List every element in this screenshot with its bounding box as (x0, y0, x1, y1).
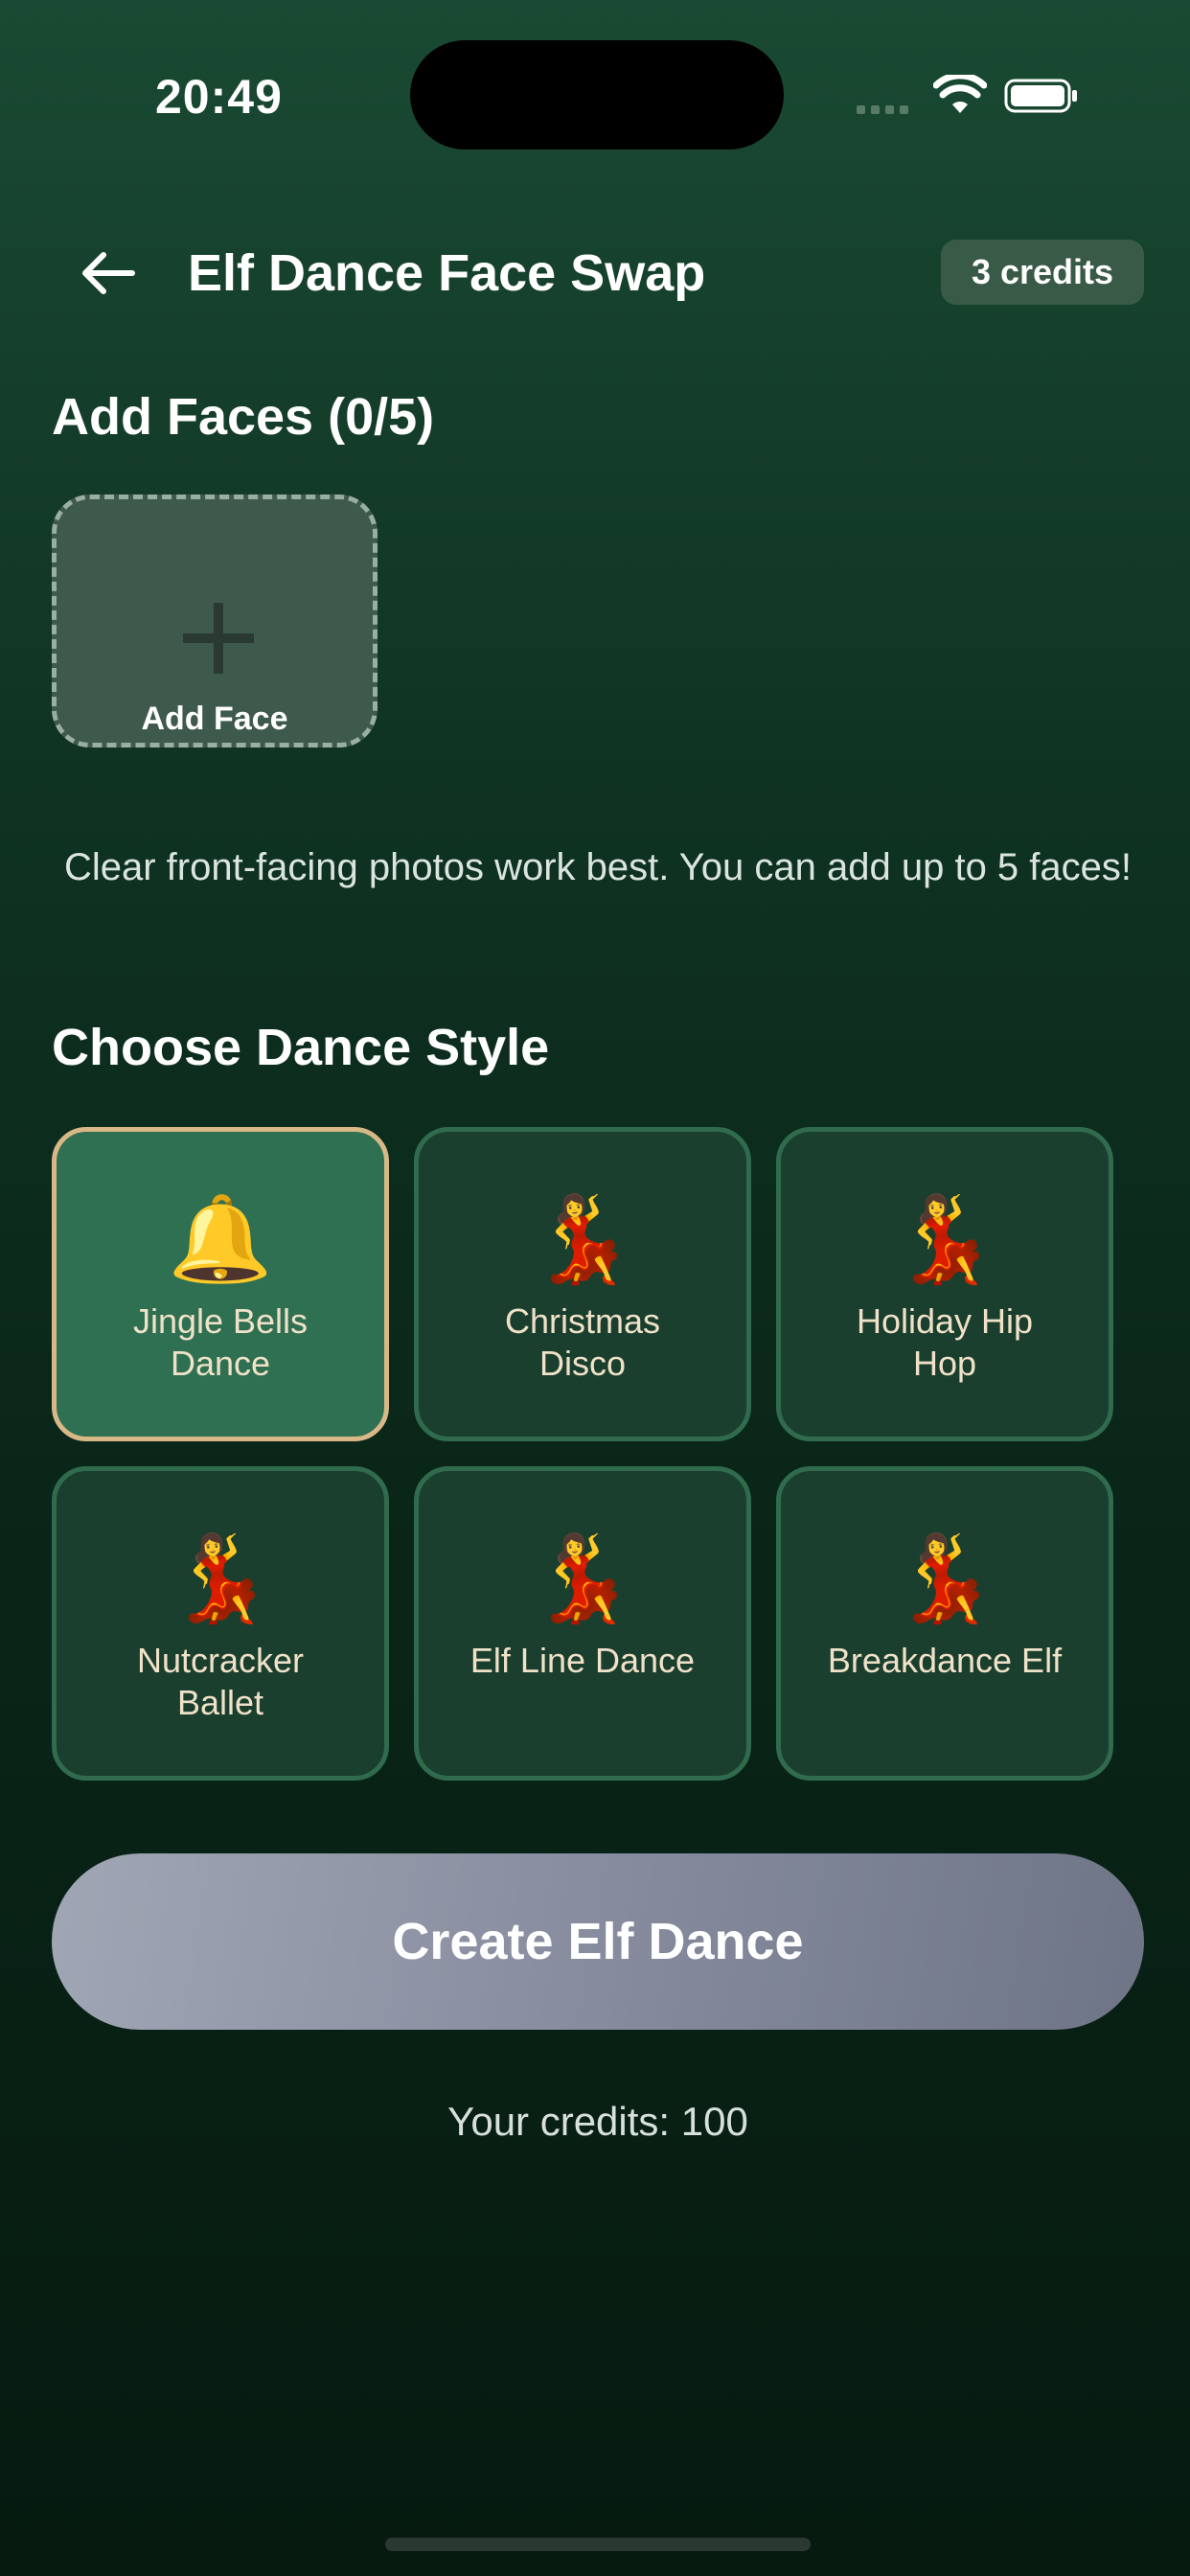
dance-card-label: Jingle Bells Dance (132, 1301, 309, 1383)
dance-card-label: Christmas Disco (504, 1301, 661, 1383)
dance-style-grid: 🔔 Jingle Bells Dance 💃 Christmas Disco 💃… (52, 1127, 1117, 1781)
cellular-signal-icon (857, 105, 908, 114)
back-button[interactable] (75, 240, 142, 307)
dynamic-island (410, 40, 784, 150)
dance-card-nutcracker-ballet[interactable]: 💃 Nutcracker Ballet (52, 1466, 389, 1781)
home-indicator[interactable] (385, 2538, 811, 2551)
plus-icon (183, 603, 254, 674)
battery-icon (1004, 79, 1077, 113)
face-hint-text: Clear front-facing photos work best. You… (63, 846, 1133, 888)
app-screen: 20:49 Elf Dance Face Swap 3 credits Add … (4, 0, 1190, 2576)
dance-style-title: Choose Dance Style (52, 1019, 550, 1076)
wifi-icon (933, 75, 987, 113)
dancer-icon: 💃 (168, 1529, 273, 1627)
dancer-icon: 💃 (892, 1189, 997, 1288)
dance-card-label: Nutcracker Ballet (136, 1641, 305, 1722)
dancer-icon: 💃 (892, 1529, 997, 1627)
credits-badge[interactable]: 3 credits (941, 240, 1144, 305)
dance-card-jingle-bells[interactable]: 🔔 Jingle Bells Dance (52, 1127, 389, 1441)
bell-icon: 🔔 (168, 1189, 273, 1288)
dance-card-label: Elf Line Dance (469, 1641, 696, 1680)
dance-card-label: Breakdance Elf (827, 1641, 1063, 1680)
dance-card-elf-line-dance[interactable]: 💃 Elf Line Dance (414, 1466, 751, 1781)
status-time: 20:49 (155, 70, 283, 124)
dancer-icon: 💃 (530, 1529, 635, 1627)
dance-card-label: Holiday Hip Hop (856, 1301, 1034, 1383)
dance-card-christmas-disco[interactable]: 💃 Christmas Disco (414, 1127, 751, 1441)
credits-footer: Your credits: 100 (447, 2099, 748, 2144)
arrow-left-icon (82, 252, 135, 294)
add-faces-title: Add Faces (0/5) (52, 388, 435, 446)
dance-card-holiday-hip-hop[interactable]: 💃 Holiday Hip Hop (776, 1127, 1113, 1441)
add-face-label: Add Face (141, 701, 288, 737)
page-title: Elf Dance Face Swap (188, 244, 706, 302)
create-elf-dance-button[interactable]: Create Elf Dance (52, 1853, 1144, 2030)
dancer-icon: 💃 (530, 1189, 635, 1288)
add-face-button[interactable]: Add Face (52, 494, 378, 748)
dance-card-breakdance-elf[interactable]: 💃 Breakdance Elf (776, 1466, 1113, 1781)
